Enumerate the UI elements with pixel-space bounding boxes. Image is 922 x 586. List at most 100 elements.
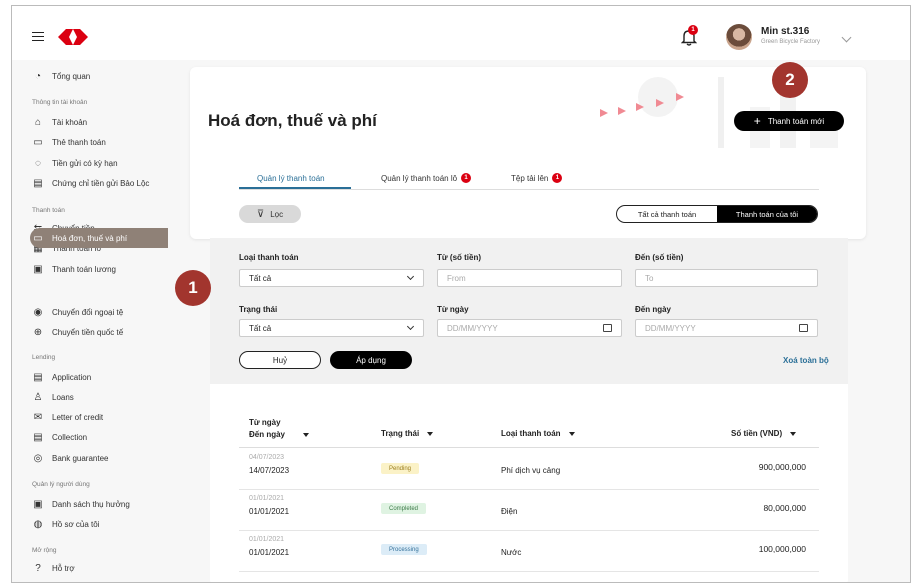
from-date-label: Từ ngày — [437, 305, 469, 314]
status-label: Trạng thái — [239, 305, 278, 314]
to-amount-placeholder: To — [645, 273, 654, 283]
shield-icon: ◎ — [33, 452, 43, 464]
column-header-amount[interactable]: Số tiền (VND) — [731, 429, 797, 438]
to-amount-input[interactable]: To — [635, 269, 818, 287]
sidebar-group-label: Quản lý người dùng — [32, 481, 90, 488]
cell-from-date: 01/01/2021 — [249, 536, 285, 543]
cell-amount: 900,000,000 — [758, 462, 806, 472]
cell-to-date: 14/07/2023 — [249, 466, 290, 475]
sidebar-item-label: Thanh toán lương — [52, 264, 116, 274]
notification-badge: 1 — [688, 25, 698, 35]
tab-payment-management[interactable]: Quản lý thanh toán — [257, 170, 325, 186]
page-title: Hoá đơn, thuế và phí — [208, 111, 377, 130]
user-name: Min st.316 — [761, 26, 810, 37]
calendar-icon[interactable] — [799, 324, 808, 332]
sidebar-item-intl-transfer[interactable]: ⊕ Chuyển tiền quốc tế — [32, 322, 123, 342]
sidebar-item-label: Chứng chỉ tiền gửi Bảo Lộc — [52, 178, 150, 188]
bank-logo[interactable] — [58, 27, 88, 47]
new-payment-button[interactable]: + Thanh toán mới — [734, 111, 844, 131]
sidebar-item-invoices[interactable]: ▭ Hoá đơn, thuế và phí — [32, 228, 127, 248]
tab-badge: 1 — [461, 173, 472, 183]
status-badge: Pending — [381, 463, 420, 474]
column-header-type[interactable]: Loại thanh toán — [501, 429, 575, 438]
status-value: Tất cả — [249, 323, 272, 333]
all-payments-option[interactable]: Tất cả thanh toán — [617, 206, 717, 222]
column-sub: Đến ngày — [249, 430, 310, 439]
row-divider — [239, 530, 819, 531]
sidebar-item-bank-guarantee[interactable]: ◎ Bank guarantee — [32, 448, 109, 468]
certificate-icon: ▤ — [33, 177, 43, 189]
sidebar-item-profile[interactable]: ◍ Hồ sơ của tôi — [32, 514, 100, 534]
sidebar-item-label: Collection — [52, 432, 88, 442]
sidebar-item-label: Chuyển tiền quốc tế — [52, 327, 124, 337]
loan-icon: ♙ — [33, 391, 43, 403]
sidebar-item-accounts[interactable]: ⌂ Tài khoản — [32, 112, 87, 132]
dashboard-icon: ◔ — [34, 70, 42, 82]
sidebar-item-label: Danh sách thụ hưởng — [52, 499, 130, 509]
fx-icon: ◉ — [33, 306, 43, 318]
card-icon: ▭ — [33, 136, 43, 148]
from-amount-input[interactable]: From — [437, 269, 622, 287]
payment-type-select[interactable]: Tất cả — [239, 269, 424, 287]
callout-marker: 2 — [772, 62, 808, 98]
avatar[interactable] — [726, 24, 752, 50]
sidebar-group-label: Thông tin tài khoản — [32, 99, 88, 106]
my-payments-option[interactable]: Thanh toán của tôi — [717, 206, 817, 222]
tab-batch-payment-management[interactable]: Quản lý thanh toán lô 1 — [381, 170, 472, 186]
menu-icon[interactable] — [32, 32, 44, 41]
to-date-label: Đến ngày — [635, 305, 672, 314]
filter-icon: ⊽ — [256, 208, 265, 220]
plus-icon: + — [753, 114, 761, 128]
sidebar-item-deposit-cert[interactable]: ▤ Chứng chỉ tiền gửi Bảo Lộc — [32, 173, 149, 193]
sidebar-item-label: Tài khoản — [52, 117, 88, 127]
sidebar-item-cards[interactable]: ▭ Thẻ thanh toán — [32, 132, 106, 152]
payment-type-label: Loại thanh toán — [239, 253, 299, 262]
column-label: Loại thanh toán — [501, 429, 561, 438]
sidebar-item-label: Tiền gửi có kỳ hạn — [52, 158, 118, 168]
contact-card-icon: ▣ — [33, 498, 43, 510]
column-header-date[interactable]: Từ ngày Đến ngày — [249, 418, 310, 439]
sort-caret-icon — [427, 431, 434, 436]
cell-from-date: 04/07/2023 — [249, 454, 285, 461]
sidebar-item-application[interactable]: ▤ Application — [32, 367, 91, 387]
sidebar-item-collection[interactable]: ▤ Collection — [32, 427, 87, 447]
sidebar-item-fx[interactable]: ◉ Chuyển đổi ngoại tệ — [32, 302, 124, 322]
payment-type-value: Tất cả — [249, 273, 272, 283]
sidebar-item-label: Tổng quan — [52, 71, 91, 81]
sidebar-group-label: Thanh toán — [32, 207, 65, 214]
column-label: Trạng thái — [381, 429, 420, 438]
sidebar-item-beneficiaries[interactable]: ▣ Danh sách thụ hưởng — [32, 494, 130, 514]
apply-button[interactable]: Áp dụng — [330, 351, 412, 369]
sidebar-item-payroll[interactable]: ▣ Thanh toán lương — [32, 259, 116, 279]
chevron-down-icon — [406, 272, 415, 281]
row-divider — [239, 571, 819, 572]
chevron-down-icon[interactable] — [841, 32, 852, 43]
filter-label: Lọc — [270, 209, 284, 219]
user-org: Green Bicycle Factory — [761, 39, 821, 45]
row-divider — [239, 489, 819, 490]
to-date-input[interactable]: DD/MM/YYYY — [635, 319, 818, 337]
from-date-input[interactable]: DD/MM/YYYY — [437, 319, 622, 337]
clear-all-link[interactable]: Xoá toàn bộ — [783, 356, 829, 365]
column-label: Từ ngày — [249, 418, 281, 427]
tab-uploaded-files[interactable]: Tệp tải lên 1 — [511, 170, 563, 186]
sidebar-item-term-deposit[interactable]: ◌ Tiền gửi có kỳ hạn — [32, 153, 118, 173]
payment-scope-toggle: Tất cả thanh toán Thanh toán của tôi — [616, 205, 818, 223]
tab-badge: 1 — [552, 173, 563, 183]
filter-button[interactable]: ⊽ Lọc — [239, 205, 301, 223]
sidebar-item-loans[interactable]: ♙ Loans — [32, 387, 74, 407]
sidebar-item-label: Hồ sơ của tôi — [52, 519, 100, 529]
cell-amount: 80,000,000 — [763, 503, 806, 513]
sidebar-item-label: Thẻ thanh toán — [52, 137, 106, 147]
to-date-placeholder: DD/MM/YYYY — [645, 323, 696, 333]
cancel-button[interactable]: Huỷ — [239, 351, 321, 369]
sidebar-item-label: Chuyển đổi ngoại tệ — [52, 307, 124, 317]
sidebar-item-overview[interactable]: ◔ Tổng quan — [32, 66, 90, 86]
status-select[interactable]: Tất cả — [239, 319, 424, 337]
column-header-status[interactable]: Trạng thái — [381, 429, 434, 438]
calendar-icon[interactable] — [603, 324, 612, 332]
sidebar-item-letter-of-credit[interactable]: ✉ Letter of credit — [32, 407, 103, 427]
sidebar-item-support[interactable]: ? Hỗ trợ — [32, 558, 74, 578]
table-header-divider — [239, 447, 819, 448]
sidebar-item-label: Loans — [52, 392, 74, 402]
